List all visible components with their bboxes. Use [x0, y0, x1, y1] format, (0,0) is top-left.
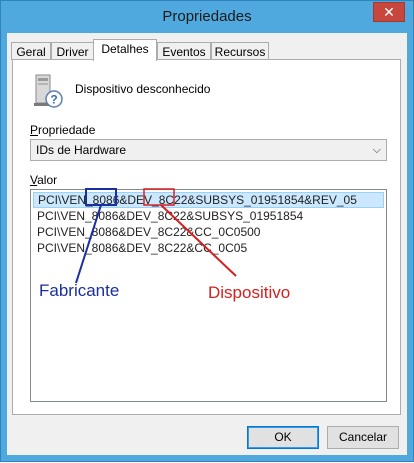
list-item[interactable]: PCI\VEN_8086&DEV_8C22&CC_0C05 — [33, 240, 384, 256]
chevron-down-icon: ⌵ — [372, 144, 381, 156]
close-button[interactable]: ✕ — [373, 2, 405, 22]
title-bar[interactable]: Propriedades ✕ — [1, 1, 413, 33]
cancel-button[interactable]: Cancelar — [327, 426, 399, 449]
close-icon: ✕ — [383, 4, 395, 20]
list-item[interactable]: PCI\VEN_8086&DEV_8C22&SUBSYS_01951854&RE… — [33, 192, 384, 208]
property-select[interactable]: IDs de Hardware ⌵ — [30, 139, 387, 161]
ok-button[interactable]: OK — [247, 426, 319, 449]
list-item[interactable]: PCI\VEN_8086&DEV_8C22&SUBSYS_01951854 — [33, 208, 384, 224]
svg-text:?: ? — [50, 93, 57, 107]
tab-driver[interactable]: Driver — [51, 42, 94, 60]
vendor-annotation-label: Fabricante — [39, 281, 120, 300]
tab-recursos[interactable]: Recursos — [211, 42, 269, 60]
details-panel: ? Dispositivo desconhecido Propriedade I… — [12, 59, 401, 415]
unknown-device-icon: ? — [34, 74, 63, 108]
dialog-client-area: Geral Driver Detalhes Eventos Recursos ?… — [7, 33, 407, 455]
device-name: Dispositivo desconhecido — [75, 82, 211, 96]
tab-eventos[interactable]: Eventos — [157, 42, 211, 60]
properties-dialog: Propriedades ✕ Geral Driver Detalhes Eve… — [0, 0, 414, 462]
tab-geral[interactable]: Geral — [11, 42, 51, 60]
property-label: Propriedade — [30, 123, 96, 137]
tab-detalhes[interactable]: Detalhes — [93, 39, 157, 61]
property-select-value: IDs de Hardware — [36, 143, 127, 157]
device-annotation-label: Dispositivo — [208, 283, 291, 302]
value-label: Valor — [30, 173, 58, 187]
list-item[interactable]: PCI\VEN_8086&DEV_8C22&CC_0C0500 — [33, 224, 384, 240]
window-title: Propriedades — [162, 8, 252, 25]
